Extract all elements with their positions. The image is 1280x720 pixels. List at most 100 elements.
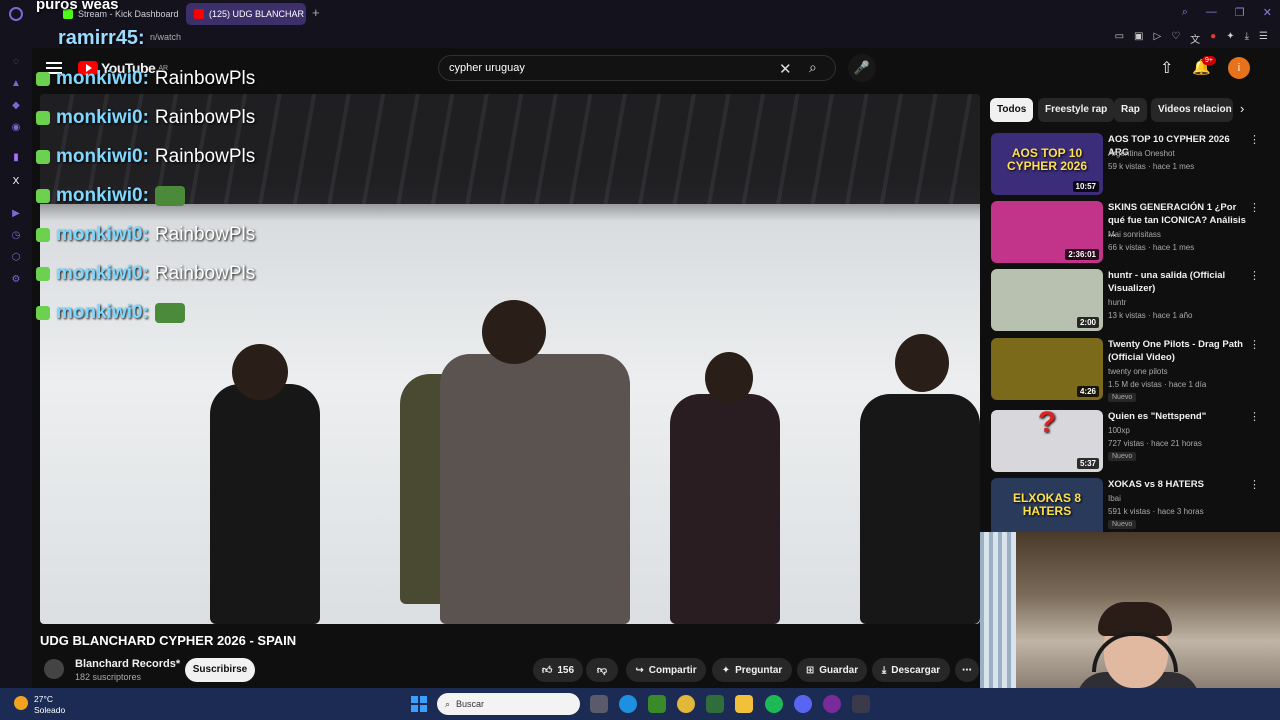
ask-button[interactable]: ✦ Preguntar — [712, 658, 792, 682]
more-options-icon[interactable]: ⋮ — [1249, 269, 1260, 282]
recommendation-channel[interactable]: 100xp — [1108, 426, 1130, 435]
sparkle-icon: ✦ — [721, 664, 731, 676]
channel-avatar[interactable] — [44, 659, 64, 679]
recommendation-channel[interactable]: Mai sonrisitass — [1108, 230, 1161, 239]
thumbs-down-icon: 👎︎ — [596, 665, 608, 676]
task-view-icon[interactable] — [590, 695, 608, 713]
close-icon[interactable]: ✕ — [1263, 6, 1272, 19]
chip-rap[interactable]: Rap — [1114, 98, 1147, 122]
video-person — [670, 394, 780, 624]
sidebar-item-x-icon[interactable]: X — [10, 176, 22, 188]
sidebar-item-settings-icon[interactable]: ⚙ — [10, 274, 22, 286]
discord-icon[interactable] — [794, 695, 812, 713]
video-thumbnail[interactable]: 4:26 — [991, 338, 1103, 400]
windows-taskbar: 27°C Soleado ⌕ Buscar — [0, 688, 1280, 720]
heart-icon[interactable]: ♡ — [1171, 31, 1180, 46]
minimize-icon[interactable]: — — [1206, 6, 1217, 19]
search-icon[interactable]: ⌕ — [809, 59, 817, 76]
upload-icon[interactable]: ⇧ — [1160, 58, 1173, 78]
dislike-button[interactable]: 👎︎ — [586, 658, 618, 682]
translate-icon[interactable]: 文 — [1190, 31, 1200, 46]
chip-all[interactable]: Todos — [990, 98, 1034, 122]
taskbar-search[interactable]: ⌕ Buscar — [437, 693, 580, 715]
obs-icon[interactable] — [852, 695, 870, 713]
recommendation-item[interactable]: 2:36:01 SKINS GENERACIÓN 1 ¿Por qué fue t… — [991, 201, 1271, 263]
more-options-icon[interactable]: ⋮ — [1249, 201, 1260, 214]
chip-freestyle-rap[interactable]: Freestyle rap — [1038, 98, 1115, 122]
sidebar-item-player-icon[interactable]: ▶ — [10, 208, 22, 220]
edge-icon[interactable] — [619, 695, 637, 713]
save-button[interactable]: ⊞ Guardar — [797, 658, 867, 682]
extensions-icon[interactable]: ✦ — [1226, 31, 1234, 46]
menu-icon[interactable]: ☰ — [1259, 31, 1268, 46]
windows-start-icon[interactable] — [411, 696, 427, 712]
share-label: Compartir — [648, 664, 697, 676]
snapshot-icon[interactable]: ▣ — [1134, 31, 1143, 46]
microphone-icon[interactable]: 🎤 — [848, 54, 876, 82]
video-thumbnail[interactable]: 2:36:01 — [991, 201, 1103, 263]
more-actions-button[interactable]: ⋯ — [955, 658, 979, 682]
play-icon[interactable]: ▷ — [1154, 31, 1162, 46]
sidebar-item-feed-icon[interactable]: ◌ — [10, 56, 22, 68]
video-thumbnail[interactable]: ELXOKAS 8 HATERS — [991, 478, 1103, 540]
recommendation-channel[interactable]: twenty one pilots — [1108, 367, 1168, 376]
chevron-right-icon[interactable]: › — [1240, 101, 1244, 116]
weather-description[interactable]: Soleado — [34, 705, 65, 715]
sidebar-item-twitch-icon[interactable]: ▮ — [10, 152, 22, 164]
sidebar-item-extensions-icon[interactable]: ⬡ — [10, 252, 22, 264]
more-options-icon[interactable]: ⋮ — [1249, 133, 1260, 146]
search-input[interactable] — [449, 56, 769, 80]
sidebar-item-history-icon[interactable]: ◷ — [10, 230, 22, 242]
recommendation-item[interactable]: AOS TOP 10 CYPHER 2026 10:57 AOS TOP 10 CY… — [991, 133, 1271, 195]
opera-icon[interactable] — [823, 695, 841, 713]
video-thumbnail[interactable]: 2:00 — [991, 269, 1103, 331]
recommendation-title[interactable]: huntr - una salida (Official Visualizer) — [1108, 269, 1250, 295]
chat-username: monkiwi0: — [56, 68, 149, 89]
file-explorer-icon[interactable] — [735, 695, 753, 713]
more-options-icon[interactable]: ⋮ — [1249, 338, 1260, 351]
recommendation-title[interactable]: Twenty One Pilots - Drag Path (Official … — [1108, 338, 1250, 364]
recommendation-item[interactable]: 4:26 Twenty One Pilots - Drag Path (Offic… — [991, 338, 1271, 402]
recommendation-item[interactable]: ? 5:37 Quien es "Nettspend" 100xp 727 vistas… — [991, 410, 1271, 472]
chat-username: monkiwi0: — [56, 224, 149, 245]
download-button[interactable]: ⤓ Descargar — [872, 658, 950, 682]
opera-logo-icon[interactable] — [9, 7, 23, 21]
more-options-icon[interactable]: ⋮ — [1249, 410, 1260, 423]
weather-sun-icon[interactable] — [14, 696, 28, 710]
recommendation-item[interactable]: 2:00 huntr - una salida (Official Visuali… — [991, 269, 1271, 331]
thumbnail-text: ELXOKAS 8 HATERS — [1012, 491, 1081, 518]
channel-name[interactable]: Blanchard Records* — [75, 658, 180, 670]
like-button[interactable]: 👍︎ 156 — [533, 658, 583, 682]
subscribe-button[interactable]: Suscribirse — [185, 658, 255, 682]
chrome-icon[interactable] — [677, 695, 695, 713]
excel-icon[interactable] — [706, 695, 724, 713]
more-options-icon[interactable]: ⋮ — [1249, 478, 1260, 491]
search-tabs-icon[interactable]: ⌕ — [1182, 6, 1188, 19]
chip-related-videos[interactable]: Videos relacion — [1151, 98, 1233, 122]
recommendation-channel[interactable]: huntr — [1108, 298, 1126, 307]
maximize-icon[interactable]: ❐ — [1235, 6, 1245, 19]
video-person — [440, 354, 630, 624]
sidebar-item-aria-icon[interactable]: ▲ — [10, 78, 22, 90]
sidebar-item-whatsapp-icon[interactable]: ◉ — [10, 122, 22, 134]
recommendation-title[interactable]: XOKAS vs 8 HATERS — [1108, 478, 1250, 491]
share-button[interactable]: ↪ Compartir — [626, 658, 706, 682]
video-thumbnail[interactable]: AOS TOP 10 CYPHER 2026 10:57 — [991, 133, 1103, 195]
video-thumbnail[interactable]: ? 5:37 — [991, 410, 1103, 472]
download-icon[interactable]: ⤓ — [1245, 31, 1249, 46]
recommendation-title[interactable]: Quien es "Nettspend" — [1108, 410, 1250, 423]
record-icon[interactable]: ● — [1210, 31, 1216, 46]
weather-temperature[interactable]: 27°C — [34, 694, 53, 704]
bookmark-icon[interactable]: ▭ — [1115, 31, 1124, 46]
new-badge: Nuevo — [1108, 520, 1137, 529]
recommendation-item[interactable]: ELXOKAS 8 HATERS XOKAS vs 8 HATERS Ibai 591… — [991, 478, 1271, 540]
download-label: Descargar — [891, 664, 941, 676]
account-avatar[interactable]: i — [1228, 57, 1250, 79]
spotify-icon[interactable] — [765, 695, 783, 713]
recommendation-channel[interactable]: Argentina Oneshot — [1108, 149, 1175, 158]
clear-search-icon[interactable]: ✕ — [779, 60, 792, 78]
thumbs-up-icon: 👍︎ — [541, 665, 553, 676]
sidebar-item-messenger-icon[interactable]: ◆ — [10, 100, 22, 112]
recommendation-channel[interactable]: Ibai — [1108, 494, 1121, 503]
minecraft-icon[interactable] — [648, 695, 666, 713]
